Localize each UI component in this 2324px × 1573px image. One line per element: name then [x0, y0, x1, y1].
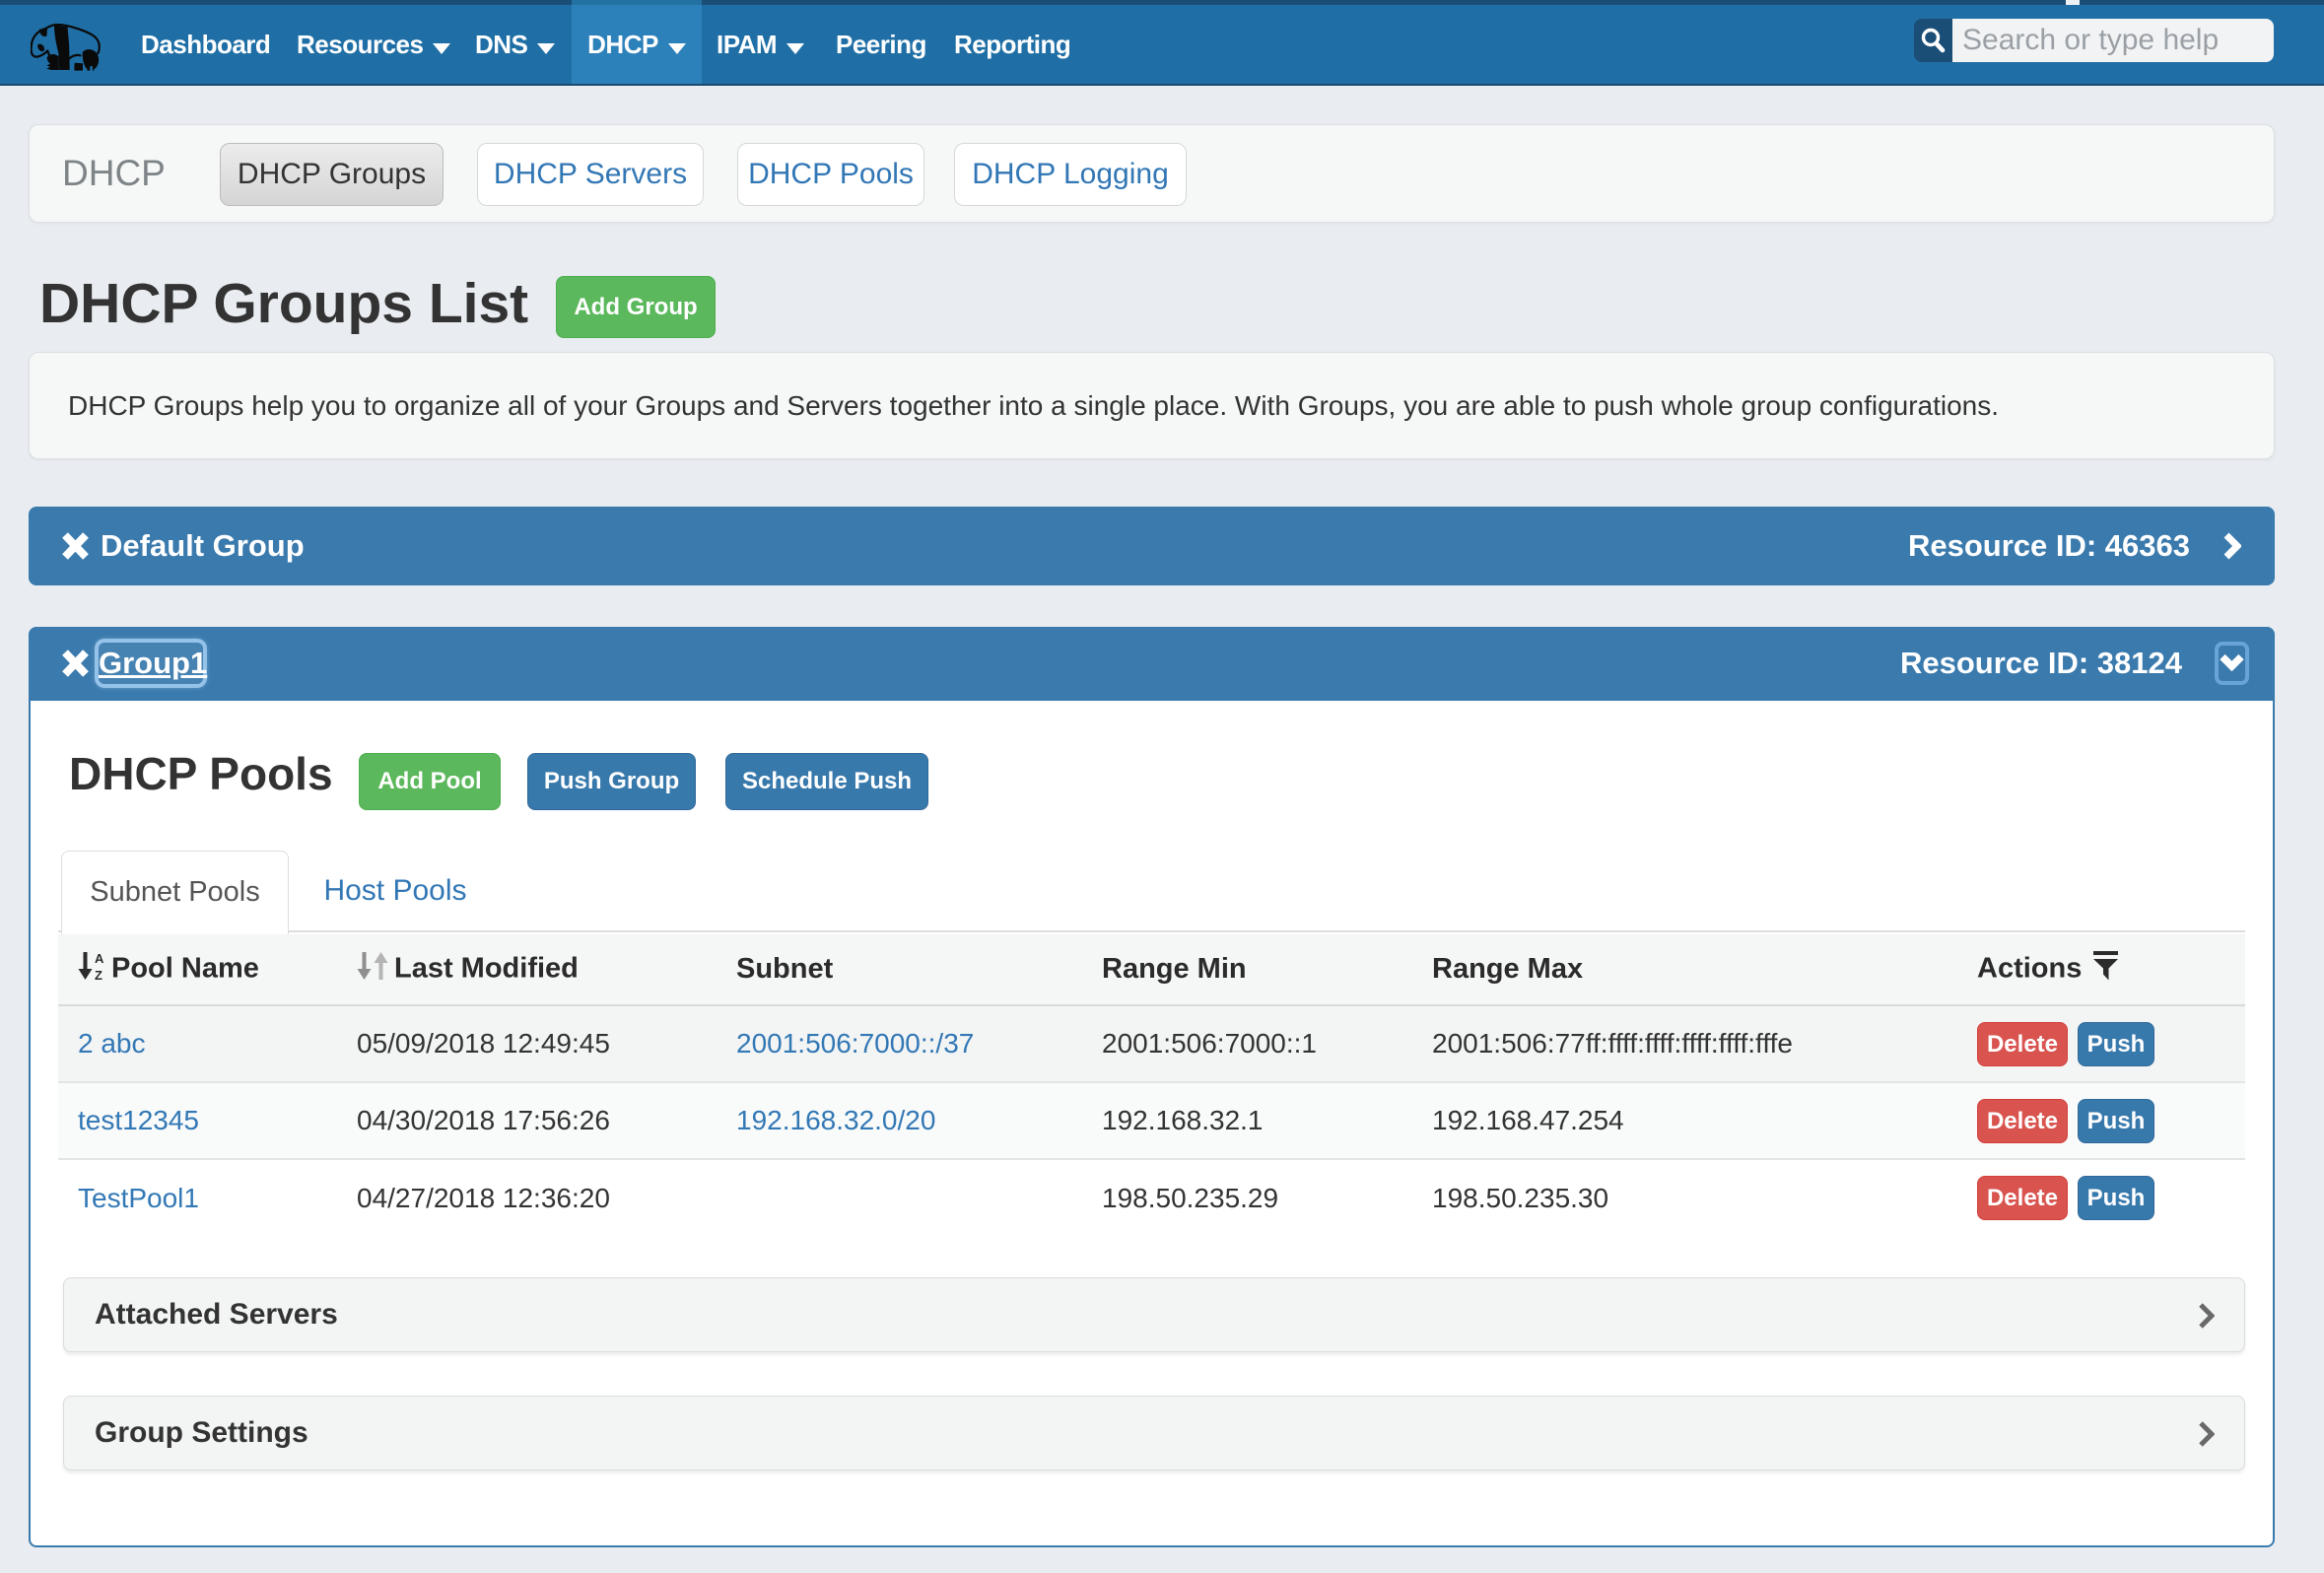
- svg-text:Z: Z: [95, 968, 103, 981]
- svg-text:A: A: [95, 951, 104, 966]
